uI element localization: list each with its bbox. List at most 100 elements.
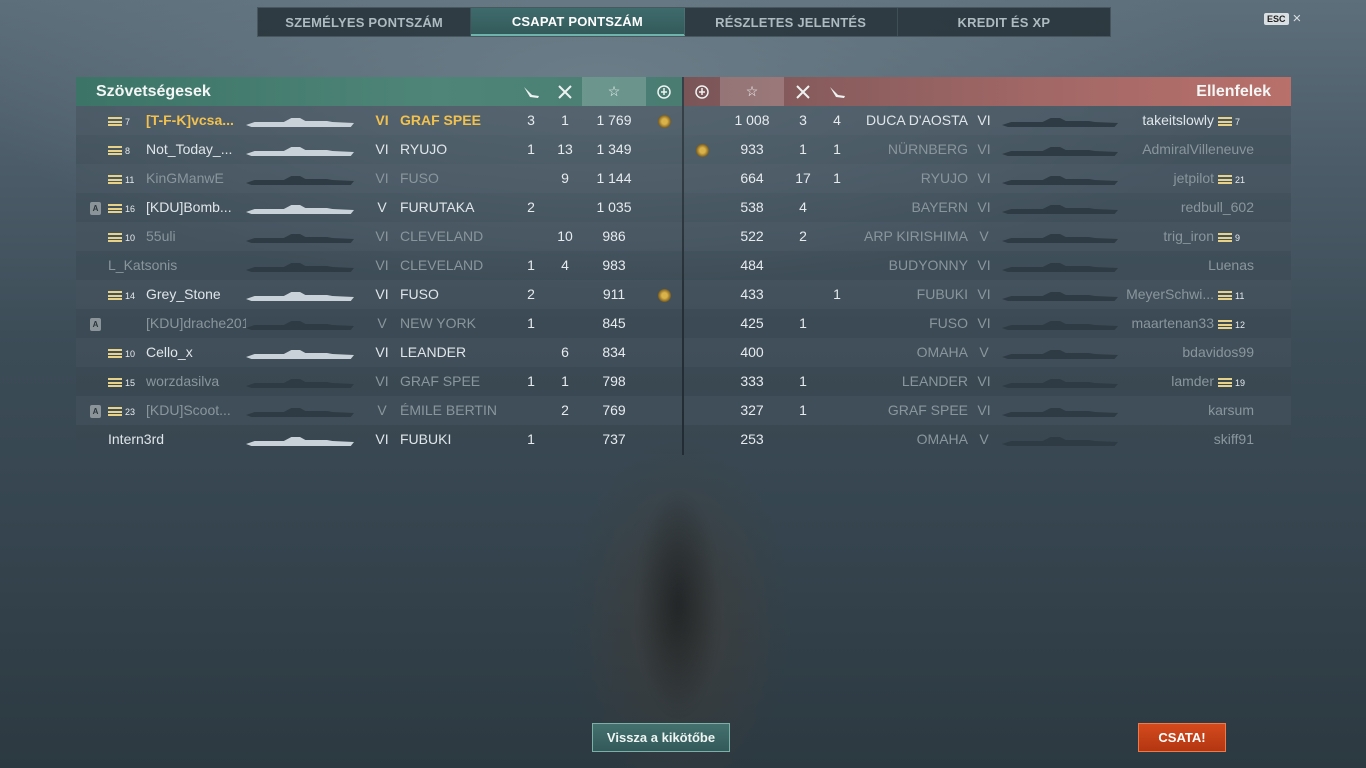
enemy-row[interactable]: 433 1 FUBUKI VI MeyerSchwi... 11 [684,280,1291,309]
player-level: 10 [125,233,136,243]
enemy-row[interactable]: 425 1 FUSO VI maartenan33 12 [684,309,1291,338]
enemy-row[interactable]: 327 1 GRAF SPEE VI karsum [684,396,1291,425]
kills-icon[interactable] [788,77,818,106]
player-level: 15 [125,378,136,388]
player-name[interactable]: Luenas [1124,251,1254,280]
kills: 1 [799,402,807,418]
player-name[interactable]: KinGManwE [146,164,246,193]
score-star-icon[interactable]: ☆ [582,77,646,106]
ship-name: RYUJO [920,170,968,186]
player-name[interactable]: Not_Today_... [146,135,246,164]
kills [788,251,818,280]
enemy-row[interactable]: 333 1 LEANDER VI lamder 19 [684,367,1291,396]
player-name[interactable]: worzdasilva [146,367,246,396]
planes-destroyed: 2 [527,286,535,302]
kills-icon[interactable] [550,77,580,106]
close-icon: × [1292,10,1302,27]
ally-row[interactable]: 8 Not_Today_... VI RYUJO 1 13 1 349 [76,135,682,164]
achievement-icon[interactable] [648,77,680,106]
planes-destroyed [822,222,852,251]
ally-row[interactable]: A [KDU]drache2018 V NEW YORK 1 845 [76,309,682,338]
ship-tier: VI [375,373,389,389]
kills [550,193,580,222]
player-name[interactable]: lamder [1124,367,1214,396]
ship-silhouette [1002,434,1118,446]
ally-row[interactable]: 10 Cello_x VI LEANDER 6 834 [76,338,682,367]
player-name[interactable]: Intern3rd [108,425,246,454]
ally-row[interactable]: Intern3rd VI FUBUKI 1 737 [76,425,682,454]
ally-row[interactable]: 11 KinGManwE VI FUSO 9 1 144 [76,164,682,193]
ship-silhouette [1002,376,1118,388]
ship-name: NÜRNBERG [887,141,968,157]
ally-row[interactable]: 15 worzdasilva VI GRAF SPEE 1 1 798 [76,367,682,396]
ship-name: FUBUKI [916,286,968,302]
tab-personal-score[interactable]: SZEMÉLYES PONTSZÁM [258,8,472,36]
ally-row[interactable]: 10 55uli VI CLEVELAND 10 986 [76,222,682,251]
ship-name: GRAF SPEE [400,112,481,128]
battle-button[interactable]: CSATA! [1138,723,1226,752]
ship-name: FURUTAKA [400,199,475,215]
ship-silhouette [246,318,354,330]
player-name[interactable]: karsum [1124,396,1254,425]
player-name[interactable]: [T-F-K]vcsa... [146,106,246,135]
ship-tier: VI [977,402,991,418]
score-star-icon[interactable]: ☆ [720,77,784,106]
back-to-port-button[interactable]: Vissza a kikötőbe [592,723,730,752]
kills: 1 [799,373,807,389]
player-name[interactable]: skiff91 [1124,425,1254,454]
player-name[interactable]: MeyerSchwi... [1124,280,1214,309]
close-button[interactable]: ESC × [1264,10,1302,27]
ship-name: FUBUKI [400,431,452,447]
player-name[interactable]: redbull_602 [1124,193,1254,222]
kills: 10 [557,228,573,244]
tab-detailed-report[interactable]: RÉSZLETES JELENTÉS [685,8,898,36]
player-name[interactable]: AdmiralVilleneuve [1124,135,1254,164]
player-name[interactable]: trig_iron [1124,222,1214,251]
player-name[interactable]: maartenan33 [1124,309,1214,338]
player-name[interactable]: [KDU]Scoot... [146,396,246,425]
player-level: 12 [1235,320,1246,330]
enemy-row[interactable]: 522 2 ARP KIRISHIMA Vtrig_iron 9 [684,222,1291,251]
player-name[interactable]: Cello_x [146,338,246,367]
ship-name: OMAHA [916,431,968,447]
achievement-icon[interactable] [686,77,718,106]
enemy-row[interactable]: 933 1 1 NÜRNBERG VI AdmiralVilleneuve [684,135,1291,164]
ship-name: BAYERN [911,199,968,215]
ship-tier: VI [977,373,991,389]
player-level: 9 [1235,233,1241,243]
ally-row[interactable]: L_Katsonis VI CLEVELAND 1 4 983 [76,251,682,280]
ship-silhouette [246,231,354,243]
enemy-row[interactable]: 1 008 3 4 DUCA D'AOSTA VI takeitslowly 7 [684,106,1291,135]
kills: 9 [561,170,569,186]
planes-destroyed-icon[interactable] [822,77,852,106]
tab-credits-xp[interactable]: KREDIT ÉS XP [898,8,1110,36]
score: 1 349 [596,141,632,157]
player-name[interactable]: jetpilot [1124,164,1214,193]
player-name[interactable]: takeitslowly [1124,106,1214,135]
ally-row[interactable]: 14 Grey_Stone VI FUSO 2 911 [76,280,682,309]
player-level: 8 [125,146,131,156]
player-name[interactable]: L_Katsonis [108,251,246,280]
ship-name: LEANDER [400,344,467,360]
ally-row[interactable]: A 16 [KDU]Bomb... V FURUTAKA 2 1 035 [76,193,682,222]
ally-row[interactable]: 7 [T-F-K]vcsa... VI GRAF SPEE 3 1 1 769 [76,106,682,135]
kills [550,280,580,309]
player-name[interactable]: 55uli [146,222,246,251]
enemy-row[interactable]: 400 OMAHA Vbdavidos99 [684,338,1291,367]
medal-icon [657,288,671,302]
planes-destroyed-icon[interactable] [516,77,546,106]
player-name[interactable]: bdavidos99 [1124,338,1254,367]
enemy-row[interactable]: 664 17 1 RYUJO VI jetpilot 21 [684,164,1291,193]
score: 1 008 [734,112,770,128]
enemies-title: Ellenfelek [1196,83,1271,100]
ally-row[interactable]: A 23 [KDU]Scoot... V ÉMILE BERTIN 2 769 [76,396,682,425]
enemy-row[interactable]: 253 OMAHA Vskiff91 [684,425,1291,454]
enemy-row[interactable]: 484 BUDYONNY VI Luenas [684,251,1291,280]
player-name[interactable]: Grey_Stone [146,280,246,309]
player-name[interactable]: [KDU]drache2018 [146,309,246,338]
player-name[interactable]: [KDU]Bomb... [146,193,246,222]
player-level: 10 [125,349,136,359]
tab-team-score[interactable]: CSAPAT PONTSZÁM [471,8,685,36]
planes-destroyed [516,338,546,367]
enemy-row[interactable]: 538 4 BAYERN VI redbull_602 [684,193,1291,222]
